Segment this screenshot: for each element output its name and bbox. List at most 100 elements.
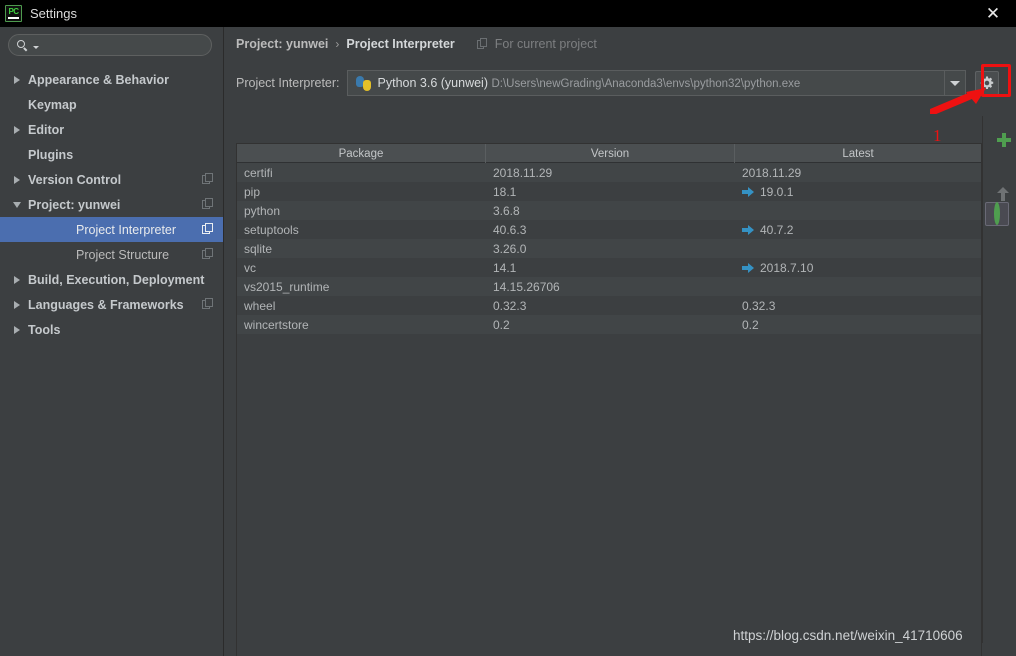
chevron-down-icon[interactable]: [10, 201, 24, 208]
cell-latest: [735, 239, 981, 258]
table-row[interactable]: vs2015_runtime 14.15.26706: [237, 277, 981, 296]
cell-package: setuptools: [244, 222, 299, 237]
chevron-right-icon[interactable]: [10, 75, 24, 84]
packages-table: Package Version Latest certifi 2018.11.29 20…: [236, 143, 982, 656]
table-body: certifi 2018.11.29 2018.11.29 pip 18.1 19.0.1…: [237, 163, 981, 334]
cell-version: 14.15.26706: [493, 279, 560, 294]
cell-version: 40.6.3: [493, 222, 527, 237]
show-early-releases-button[interactable]: [985, 202, 1009, 226]
chevron-right-icon[interactable]: [10, 125, 24, 134]
column-header-package[interactable]: Package: [237, 144, 486, 163]
sidebar-item-version-control[interactable]: Version Control: [0, 167, 223, 192]
cell-package: certifi: [244, 165, 273, 180]
table-row[interactable]: pip 18.1 19.0.1: [237, 182, 981, 201]
pycharm-logo-text: PC: [8, 7, 19, 16]
table-row[interactable]: certifi 2018.11.29 2018.11.29: [237, 163, 981, 182]
interpreter-row: Project Interpreter: Python 3.6 (yunwei)…: [225, 68, 1016, 98]
table-row[interactable]: wincertstore 0.2 0.2: [237, 315, 981, 334]
sidebar-item-plugins[interactable]: Plugins: [0, 142, 223, 167]
cell-package: pip: [244, 184, 261, 199]
cell-latest: 19.0.1: [735, 182, 981, 201]
sidebar-item-keymap[interactable]: Keymap: [0, 92, 223, 117]
column-header-version[interactable]: Version: [486, 144, 735, 163]
interpreter-combobox[interactable]: Python 3.6 (yunwei) D:\Users\newGrading\…: [346, 70, 966, 96]
sidebar-item-project-interpreter[interactable]: Project Interpreter: [0, 217, 223, 242]
sidebar-item-label: Project Interpreter: [76, 222, 177, 237]
interpreter-value: Python 3.6 (yunwei) D:\Users\newGrading\…: [378, 76, 801, 90]
sidebar-item-label: Editor: [28, 122, 65, 137]
table-header: Package Version Latest: [237, 144, 981, 163]
upgrade-available-icon: [742, 224, 754, 235]
cell-package: wheel: [244, 298, 276, 313]
cell-package: vs2015_runtime: [244, 279, 330, 294]
table-row[interactable]: sqlite 3.26.0: [237, 239, 981, 258]
add-package-button[interactable]: [985, 121, 1009, 145]
chevron-down-icon: [949, 80, 960, 86]
cell-latest: 2018.11.29: [735, 163, 981, 182]
sidebar-item-languages-frameworks[interactable]: Languages & Frameworks: [0, 292, 223, 317]
close-icon[interactable]: ✕: [970, 0, 1016, 27]
chevron-right-icon[interactable]: [10, 175, 24, 184]
cell-latest: 0.2: [735, 315, 981, 334]
cell-version: 0.2: [493, 317, 510, 332]
cell-version: 3.6.8: [493, 203, 520, 218]
cell-latest-text: 2018.11.29: [742, 165, 802, 180]
interpreter-path: D:\Users\newGrading\Anaconda3\envs\pytho…: [491, 78, 801, 90]
table-row[interactable]: vc 14.1 2018.7.10: [237, 258, 981, 277]
window-title: Settings: [30, 6, 77, 21]
search-icon: [17, 39, 30, 52]
page-title: Project Interpreter: [346, 37, 455, 51]
settings-window: PC Settings ✕ Appearance & Behavior Keyma…: [0, 0, 1016, 656]
table-row[interactable]: python 3.6.8: [237, 201, 981, 220]
search-area: [0, 27, 223, 56]
cell-latest: [735, 277, 981, 296]
sidebar-item-label: Project: yunwei: [28, 197, 121, 212]
packages-toolbar: [982, 116, 1012, 643]
copy-scope-icon[interactable]: [202, 198, 215, 211]
cell-version: 2018.11.29: [493, 165, 553, 180]
cell-package: sqlite: [244, 241, 273, 256]
sidebar-item-editor[interactable]: Editor: [0, 117, 223, 142]
cell-latest-text: 2018.7.10: [760, 260, 814, 275]
sidebar-item-label: Build, Execution, Deployment: [28, 272, 205, 287]
search-box[interactable]: [8, 34, 212, 56]
cell-version: 18.1: [493, 184, 517, 199]
cell-package: vc: [244, 260, 256, 275]
copy-scope-icon[interactable]: [202, 173, 215, 186]
sidebar-item-label: Keymap: [28, 97, 77, 112]
cell-version: 0.32.3: [493, 298, 527, 313]
cell-latest: 0.32.3: [735, 296, 981, 315]
chevron-right-icon[interactable]: [10, 325, 24, 334]
chevron-right-icon[interactable]: [10, 275, 24, 284]
settings-sidebar: Appearance & Behavior Keymap Editor Plugins…: [0, 27, 224, 656]
settings-tree: Appearance & Behavior Keymap Editor Plugins…: [0, 67, 223, 342]
breadcrumb-separator: ›: [335, 37, 340, 51]
scope-note: For current project: [494, 37, 597, 51]
sidebar-item-project-yunwei[interactable]: Project: yunwei: [0, 192, 223, 217]
chevron-right-icon[interactable]: [10, 300, 24, 309]
breadcrumb-parent[interactable]: Project: yunwei: [236, 37, 328, 51]
copy-scope-icon[interactable]: [202, 223, 215, 236]
sidebar-item-build-execution-deployment[interactable]: Build, Execution, Deployment: [0, 267, 223, 292]
cell-latest-text: 40.7.2: [760, 222, 794, 237]
cell-latest-text: 0.2: [742, 317, 759, 332]
search-input[interactable]: [39, 38, 211, 52]
table-row[interactable]: setuptools 40.6.3 40.7.2: [237, 220, 981, 239]
sidebar-item-label: Languages & Frameworks: [28, 297, 184, 312]
sidebar-item-project-structure[interactable]: Project Structure: [0, 242, 223, 267]
title-bar: PC Settings ✕: [0, 0, 1016, 27]
interpreter-settings-button[interactable]: [974, 71, 999, 95]
column-header-latest[interactable]: Latest: [735, 144, 981, 163]
interpreter-dropdown-button[interactable]: [943, 71, 965, 95]
cell-latest: [735, 201, 981, 220]
sidebar-item-label: Tools: [28, 322, 61, 337]
copy-scope-icon[interactable]: [202, 298, 215, 311]
cell-package: wincertstore: [244, 317, 309, 332]
table-row[interactable]: wheel 0.32.3 0.32.3: [237, 296, 981, 315]
remove-package-button: [985, 148, 1009, 172]
sidebar-item-label: Appearance & Behavior: [28, 72, 170, 87]
python-logo-icon: [355, 75, 371, 91]
sidebar-item-tools[interactable]: Tools: [0, 317, 223, 342]
copy-scope-icon[interactable]: [202, 248, 215, 261]
sidebar-item-appearance-behavior[interactable]: Appearance & Behavior: [0, 67, 223, 92]
